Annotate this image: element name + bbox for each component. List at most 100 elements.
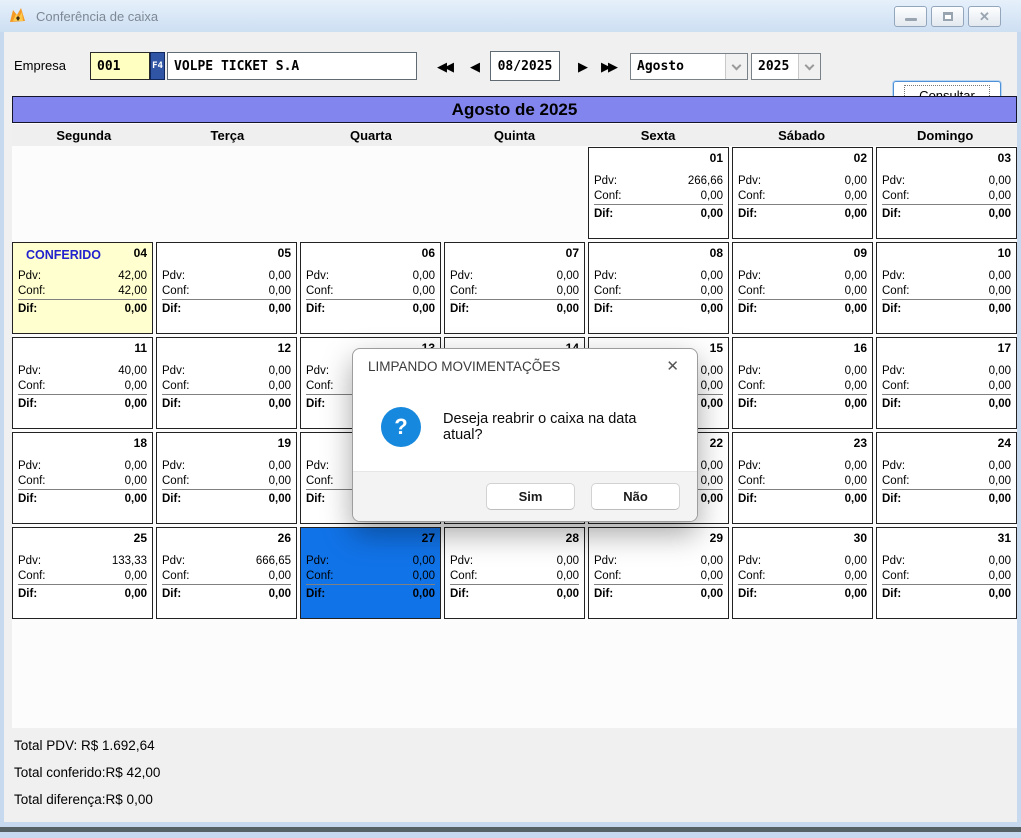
- day-cell-23[interactable]: 23Pdv:0,00Conf:0,00Dif:0,00: [732, 432, 873, 524]
- day-cell-02[interactable]: 02Pdv:0,00Conf:0,00Dif:0,00: [732, 147, 873, 239]
- conf-value: 0,00: [269, 285, 291, 297]
- empresa-code-input[interactable]: 001: [90, 52, 150, 80]
- dialog-title: LIMPANDO MOVIMENTAÇÕES: [368, 359, 560, 374]
- conf-value: 0,00: [701, 475, 723, 487]
- close-icon: ✕: [979, 10, 990, 23]
- day-cell-header: 31: [882, 530, 1011, 554]
- day-cell-18[interactable]: 18Pdv:0,00Conf:0,00Dif:0,00: [12, 432, 153, 524]
- day-cell-24[interactable]: 24Pdv:0,00Conf:0,00Dif:0,00: [876, 432, 1017, 524]
- day-cell-26[interactable]: 26Pdv:666,65Conf:0,00Dif:0,00: [156, 527, 297, 619]
- pdv-label: Pdv:: [162, 365, 185, 377]
- empresa-label: Empresa: [14, 58, 66, 73]
- day-header-terca: Terça: [156, 124, 300, 146]
- day-cell-header: 02: [738, 150, 867, 174]
- day-number: 05: [278, 245, 291, 260]
- day-cell-05[interactable]: 05Pdv:0,00Conf:0,00Dif:0,00: [156, 242, 297, 334]
- day-number: 16: [854, 340, 867, 355]
- pdv-label: Pdv:: [738, 555, 761, 567]
- day-cell-27[interactable]: 27Pdv:0,00Conf:0,00Dif:0,00: [300, 527, 441, 619]
- pdv-label: Pdv:: [162, 460, 185, 472]
- conf-value: 0,00: [701, 380, 723, 392]
- maximize-button[interactable]: [931, 6, 964, 27]
- day-cell-11[interactable]: 11Pdv:40,00Conf:0,00Dif:0,00: [12, 337, 153, 429]
- month-select-dropdown-button[interactable]: [725, 54, 747, 79]
- dif-label: Dif:: [306, 588, 325, 600]
- day-cell-header: 07: [450, 245, 579, 269]
- day-cell-25[interactable]: 25Pdv:133,33Conf:0,00Dif:0,00: [12, 527, 153, 619]
- month-select[interactable]: Agosto: [630, 53, 748, 80]
- conf-label: Conf:: [738, 570, 766, 582]
- dialog-message: Deseja reabrir o caixa na data atual?: [443, 411, 677, 443]
- dif-label: Dif:: [594, 303, 613, 315]
- last-month-icon[interactable]: ▶▶: [601, 59, 615, 75]
- conf-row: Conf:0,00: [738, 474, 867, 490]
- totals-section: Total PDV: R$ 1.692,64 Total conferido:R…: [14, 738, 160, 819]
- app-window: { "window": { "title": "Conferência de c…: [0, 0, 1021, 838]
- day-cell-header: 25: [18, 530, 147, 554]
- chevron-down-icon: [732, 60, 742, 70]
- dif-label: Dif:: [162, 398, 181, 410]
- day-cell-header: 05: [162, 245, 291, 269]
- day-number: 22: [710, 435, 723, 450]
- conferido-badge: CONFERIDO: [18, 245, 101, 262]
- minimize-button[interactable]: [894, 6, 927, 27]
- empresa-lookup-f4-button[interactable]: F4: [150, 52, 165, 80]
- day-cell-29[interactable]: 29Pdv:0,00Conf:0,00Dif:0,00: [588, 527, 729, 619]
- day-number: 17: [998, 340, 1011, 355]
- total-diferenca: Total diferença:R$ 0,00: [14, 792, 160, 807]
- conf-value: 0,00: [989, 380, 1011, 392]
- day-cell-28[interactable]: 28Pdv:0,00Conf:0,00Dif:0,00: [444, 527, 585, 619]
- conf-label: Conf:: [18, 380, 46, 392]
- day-cell-header: 29: [594, 530, 723, 554]
- day-number: 04: [134, 245, 147, 260]
- dif-value: 0,00: [701, 303, 723, 315]
- day-cell-08[interactable]: 08Pdv:0,00Conf:0,00Dif:0,00: [588, 242, 729, 334]
- pdv-row: Pdv:0,00: [18, 459, 147, 474]
- dif-row: Dif:0,00: [18, 491, 147, 507]
- first-month-icon[interactable]: ◀◀: [437, 59, 451, 75]
- nao-button[interactable]: Não: [591, 483, 680, 510]
- day-number: 08: [710, 245, 723, 260]
- day-cell-16[interactable]: 16Pdv:0,00Conf:0,00Dif:0,00: [732, 337, 873, 429]
- day-cell-header: 08: [594, 245, 723, 269]
- day-cell-03[interactable]: 03Pdv:0,00Conf:0,00Dif:0,00: [876, 147, 1017, 239]
- day-cell-09[interactable]: 09Pdv:0,00Conf:0,00Dif:0,00: [732, 242, 873, 334]
- period-input[interactable]: 08/2025: [490, 51, 560, 81]
- next-month-icon[interactable]: ▶: [578, 59, 585, 75]
- conf-row: Conf:0,00: [738, 189, 867, 205]
- day-cell-19[interactable]: 19Pdv:0,00Conf:0,00Dif:0,00: [156, 432, 297, 524]
- day-cell-31[interactable]: 31Pdv:0,00Conf:0,00Dif:0,00: [876, 527, 1017, 619]
- day-cell-12[interactable]: 12Pdv:0,00Conf:0,00Dif:0,00: [156, 337, 297, 429]
- dialog-footer: Sim Não: [353, 471, 697, 521]
- sim-button[interactable]: Sim: [486, 483, 575, 510]
- dif-value: 0,00: [269, 303, 291, 315]
- day-cell-17[interactable]: 17Pdv:0,00Conf:0,00Dif:0,00: [876, 337, 1017, 429]
- day-cell-07[interactable]: 07Pdv:0,00Conf:0,00Dif:0,00: [444, 242, 585, 334]
- total-conferido: Total conferido:R$ 42,00: [14, 765, 160, 780]
- day-cell-header: 17: [882, 340, 1011, 364]
- pdv-value: 0,00: [701, 460, 723, 472]
- day-cell-01[interactable]: 01Pdv:266,66Conf:0,00Dif:0,00: [588, 147, 729, 239]
- close-button[interactable]: ✕: [968, 6, 1001, 27]
- year-select[interactable]: 2025: [751, 53, 821, 80]
- conf-label: Conf:: [738, 380, 766, 392]
- empresa-name-input[interactable]: VOLPE TICKET S.A: [167, 52, 417, 80]
- conf-row: Conf:0,00: [738, 379, 867, 395]
- pdv-row: Pdv:133,33: [18, 554, 147, 569]
- day-cell-30[interactable]: 30Pdv:0,00Conf:0,00Dif:0,00: [732, 527, 873, 619]
- previous-month-icon[interactable]: ◀: [470, 59, 477, 75]
- pdv-label: Pdv:: [162, 270, 185, 282]
- dialog-close-icon[interactable]: ✕: [662, 355, 683, 377]
- chevron-down-icon: [805, 60, 815, 70]
- day-number: 06: [422, 245, 435, 260]
- day-cell-04[interactable]: CONFERIDO04Pdv:42,00Conf:42,00Dif:0,00: [12, 242, 153, 334]
- dif-label: Dif:: [882, 398, 901, 410]
- day-cell-10[interactable]: 10Pdv:0,00Conf:0,00Dif:0,00: [876, 242, 1017, 334]
- day-number: 11: [134, 340, 147, 355]
- day-cell-06[interactable]: 06Pdv:0,00Conf:0,00Dif:0,00: [300, 242, 441, 334]
- year-select-dropdown-button[interactable]: [798, 54, 820, 79]
- conf-value: 0,00: [125, 475, 147, 487]
- dif-label: Dif:: [738, 588, 757, 600]
- day-header-segunda: Segunda: [12, 124, 156, 146]
- dif-label: Dif:: [18, 398, 37, 410]
